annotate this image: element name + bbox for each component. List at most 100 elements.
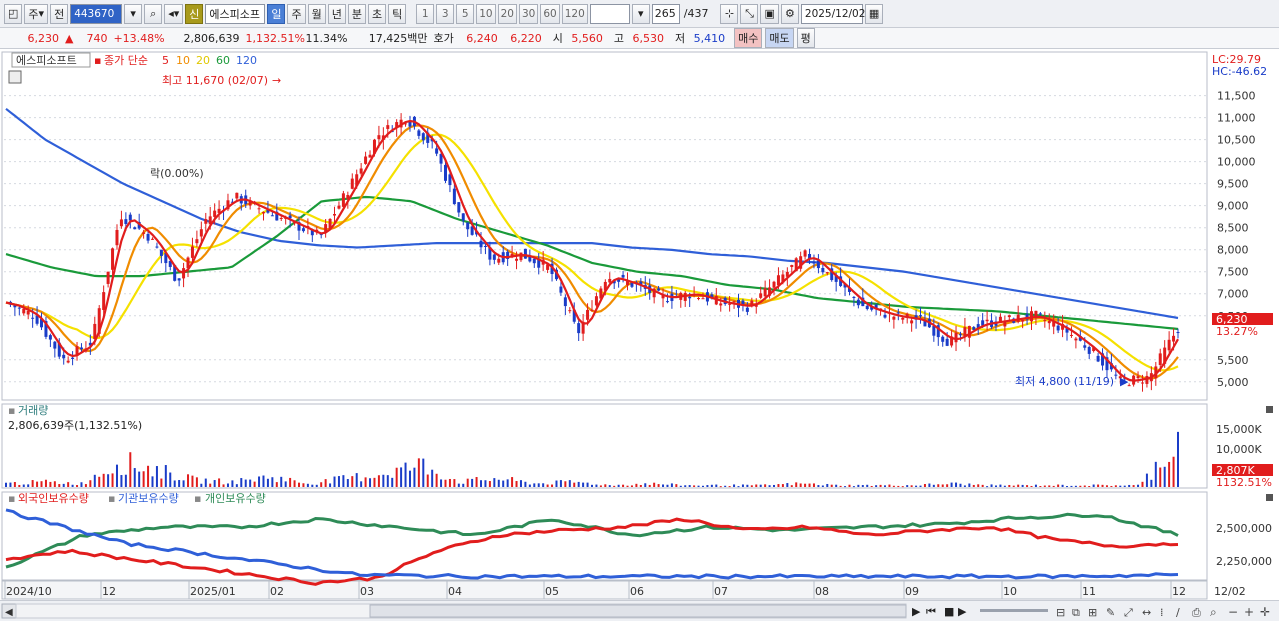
bars-icon[interactable]: ⁞	[1160, 606, 1164, 619]
volume-bar	[990, 484, 993, 487]
price-panel[interactable]	[1, 51, 1208, 401]
volume-bar	[724, 485, 727, 487]
draw-icon[interactable]: ✎	[1106, 606, 1115, 619]
date-input[interactable]: 2025/12/02	[800, 3, 865, 24]
volume-panel-close-icon[interactable]	[1266, 406, 1273, 413]
interval-10[interactable]: 10	[476, 3, 496, 24]
pin-icon[interactable]: ⊹	[720, 3, 739, 24]
play-icon[interactable]: ▶	[958, 605, 967, 618]
volume-bar	[648, 484, 651, 487]
volume-bar	[923, 484, 926, 487]
buy-button[interactable]: 매수	[734, 28, 763, 48]
candle-body	[128, 214, 132, 221]
tab-year[interactable]: 년	[327, 3, 346, 24]
volume-bar	[644, 483, 647, 487]
interval-3[interactable]: 3	[436, 3, 455, 24]
volume-bar	[187, 474, 190, 487]
candle-body	[444, 164, 447, 181]
interval-60[interactable]: 60	[540, 3, 560, 24]
save-icon[interactable]: ▣	[760, 3, 779, 24]
period-select[interactable]: 주 ▾	[24, 3, 49, 24]
price-y-tick: 5,000	[1217, 376, 1249, 389]
volume-panel[interactable]	[1, 403, 1208, 489]
table-toggle-icon[interactable]	[8, 70, 22, 84]
interval-5[interactable]: 5	[456, 3, 475, 24]
scroll-right-icon[interactable]: ▶	[912, 605, 921, 618]
interval-20[interactable]: 20	[497, 3, 517, 24]
code-dropdown-icon[interactable]: ▾	[124, 3, 143, 24]
volume-bar	[595, 484, 598, 487]
candle-body	[364, 156, 368, 164]
volume-bar	[599, 485, 602, 487]
candle-body	[235, 192, 239, 199]
chart-type-icon[interactable]: ◰	[4, 3, 23, 24]
sell-button[interactable]: 매도	[765, 28, 794, 48]
print-icon[interactable]: ⎙	[1192, 606, 1201, 619]
zoom-icon[interactable]: ⌕	[1210, 605, 1217, 619]
volume-bar	[981, 484, 984, 487]
tab-tick[interactable]: 틱	[388, 3, 407, 24]
volume-bar	[1123, 485, 1126, 487]
zoom-in-icon[interactable]: +	[1244, 605, 1254, 619]
candle-body	[457, 202, 461, 213]
fit-icon[interactable]: ↔	[1142, 606, 1151, 619]
volume-bar	[746, 484, 749, 487]
stock-name-input[interactable]: 에스피소프	[205, 3, 266, 24]
volume-bar	[222, 484, 225, 487]
scroll-thumb[interactable]	[369, 604, 907, 618]
sound-icon[interactable]: ◂▾	[164, 3, 184, 24]
layout-icon[interactable]: ⊟	[1056, 606, 1065, 619]
grid-icon[interactable]: ⊞	[1088, 606, 1097, 619]
search-icon[interactable]: ⌕	[144, 3, 163, 24]
prev-button[interactable]: 전	[50, 3, 69, 24]
chart-svg[interactable]: 에스피소프트 ▪ 종가 단순 5 10 20 60 120 최고 11,670 …	[0, 50, 1279, 621]
interval-30[interactable]: 30	[518, 3, 539, 24]
candle-body	[719, 303, 723, 306]
volume-bar	[546, 484, 549, 487]
trade-amount: 17,425백만	[368, 32, 428, 45]
cursor-icon[interactable]: ⤢	[1124, 606, 1133, 619]
rewind-icon[interactable]: ⏮	[926, 605, 936, 618]
calendar-icon[interactable]: ▦	[864, 3, 884, 24]
tab-second[interactable]: 초	[367, 3, 387, 24]
interval-dropdown-icon[interactable]: ▾	[631, 3, 650, 24]
interval-1[interactable]: 1	[416, 3, 435, 24]
candle-body	[945, 338, 949, 346]
holding-panel-close-icon[interactable]	[1266, 494, 1273, 501]
volume-bar	[5, 482, 7, 487]
volume-bar	[355, 473, 358, 487]
volume-bar	[1092, 484, 1095, 487]
display-count-input[interactable]: 265	[651, 3, 680, 24]
stop-icon[interactable]: ■	[944, 605, 954, 618]
settings-gear-icon[interactable]: ⚙	[780, 3, 799, 24]
volume-bar	[848, 484, 851, 487]
expand-icon[interactable]: ✛	[1260, 605, 1270, 619]
tab-minute[interactable]: 분	[347, 3, 366, 24]
line-icon[interactable]: ∕	[1176, 606, 1180, 619]
interval-120[interactable]: 120	[561, 3, 588, 24]
volume-bar	[262, 475, 265, 487]
volume-bar	[533, 483, 536, 487]
average-button[interactable]: 평	[796, 28, 815, 48]
price-y-tick: 7,000	[1217, 288, 1249, 301]
volume-bar	[333, 476, 336, 487]
tab-month[interactable]: 월	[307, 3, 326, 24]
volume-bar	[1048, 485, 1051, 487]
copy-icon[interactable]: ⧉	[1072, 606, 1080, 619]
volume-bar	[812, 483, 815, 487]
stock-code-input[interactable]: 443670	[70, 3, 123, 24]
zoom-slider[interactable]	[980, 609, 1048, 612]
volume-bar	[879, 484, 882, 487]
volume-bar	[591, 484, 593, 487]
candle-body	[1021, 319, 1025, 322]
zoom-out-icon[interactable]: −	[1228, 605, 1238, 619]
custom-interval-input[interactable]	[589, 3, 630, 24]
volume-dot: ▪	[8, 404, 15, 417]
tab-day[interactable]: 일	[267, 3, 286, 24]
price-y-tick: 7,500	[1217, 266, 1249, 279]
candle-body	[119, 219, 123, 227]
tab-week[interactable]: 주	[287, 3, 306, 24]
crosshair-icon[interactable]: ⤡	[740, 3, 759, 24]
chart-area[interactable]: 에스피소프트 ▪ 종가 단순 5 10 20 60 120 최고 11,670 …	[0, 50, 1279, 621]
candle-body	[341, 193, 345, 207]
